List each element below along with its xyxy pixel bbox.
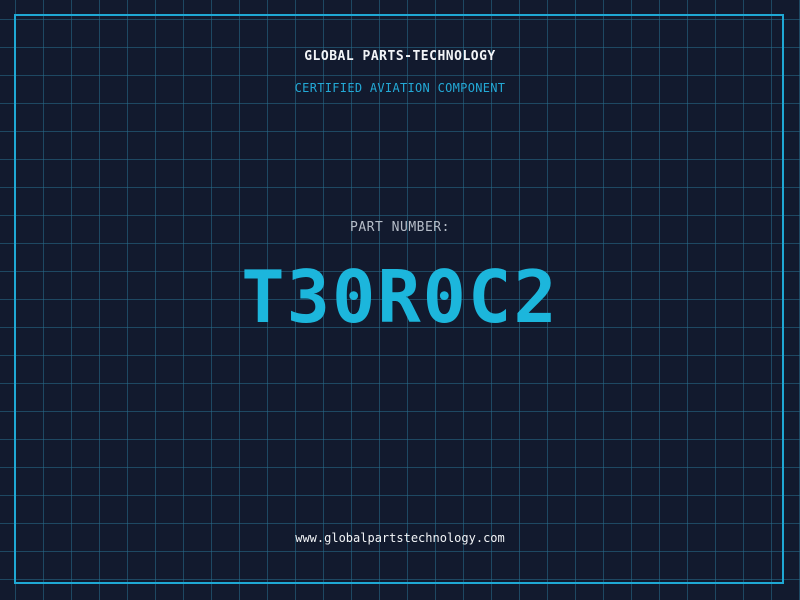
company-name: GLOBAL PARTS-TECHNOLOGY bbox=[304, 49, 496, 64]
website-url: www.globalpartstechnology.com bbox=[295, 531, 505, 545]
part-number-value: T30R0C2 bbox=[241, 255, 559, 339]
part-number-label: PART NUMBER: bbox=[350, 220, 450, 235]
part-label-card: GLOBAL PARTS-TECHNOLOGY CERTIFIED AVIATI… bbox=[0, 0, 800, 600]
tagline: CERTIFIED AVIATION COMPONENT bbox=[294, 81, 506, 95]
